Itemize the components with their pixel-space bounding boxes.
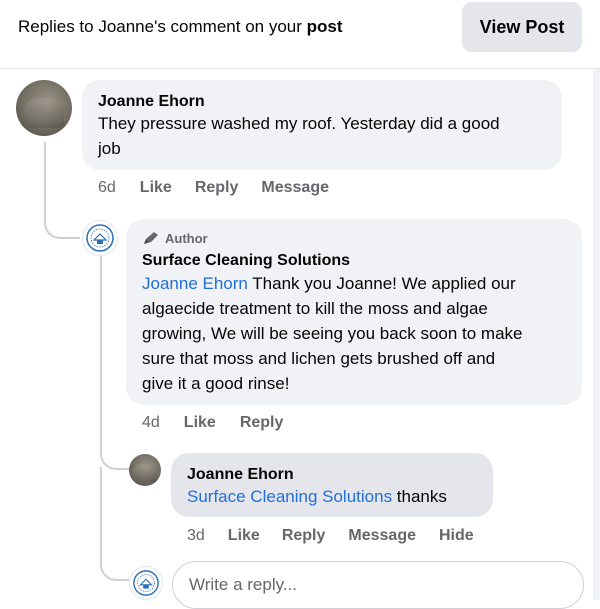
reply-button[interactable]: Reply — [240, 414, 284, 432]
company-logo-icon — [133, 570, 159, 596]
avatar-surface-cleaning[interactable] — [82, 220, 118, 256]
comment-text: thanks — [392, 487, 447, 506]
header-divider — [0, 68, 600, 69]
comment-actions-2: 4d Like Reply — [142, 413, 283, 433]
title-bold: post — [306, 17, 343, 36]
comment-author[interactable]: Joanne Ehorn — [187, 465, 294, 485]
reply-input[interactable] — [172, 561, 584, 609]
comment-author[interactable]: Surface Cleaning Solutions — [142, 251, 350, 271]
comment-text-line1: Surface Cleaning Solutions thanks — [187, 484, 447, 509]
comment-text-line1: They pressure washed my roof. Yesterday … — [98, 114, 500, 133]
author-badge: Author — [142, 230, 208, 246]
timestamp[interactable]: 4d — [142, 414, 160, 432]
timestamp[interactable]: 3d — [187, 527, 205, 545]
comment-text-line5: give it a good rinse! — [142, 374, 290, 393]
comment-text-line2: job — [98, 139, 121, 158]
message-button[interactable]: Message — [261, 179, 329, 197]
timestamp[interactable]: 6d — [98, 179, 116, 197]
avatar-joanne[interactable] — [16, 80, 72, 136]
thread-line-main — [44, 142, 80, 239]
comment-actions-3: 3d Like Reply Message Hide — [187, 526, 474, 546]
comment-bubble-1: Joanne Ehorn They pressure washed my roo… — [82, 80, 562, 170]
author-badge-label: Author — [165, 230, 208, 246]
reply-button[interactable]: Reply — [195, 179, 239, 197]
comment-bubble-2: Author Surface Cleaning Solutions Joanne… — [126, 219, 582, 405]
avatar-joanne-small[interactable] — [129, 454, 161, 486]
thread-line-composer — [100, 467, 130, 581]
comment-bubble-3: Joanne Ehorn Surface Cleaning Solutions … — [171, 453, 493, 517]
pen-icon — [144, 232, 158, 244]
comment-text-line4: sure that moss and lichen gets brushed o… — [142, 349, 496, 368]
like-button[interactable]: Like — [228, 527, 260, 545]
comment-actions-1: 6d Like Reply Message — [98, 178, 329, 198]
comment-text-line3: growing, We will be seeing you back soon… — [142, 324, 523, 343]
comment-text-line2: algaecide treatment to kill the moss and… — [142, 299, 488, 318]
comment-text: Thank you Joanne! We applied our — [252, 274, 516, 293]
hide-button[interactable]: Hide — [439, 527, 474, 545]
comment-author[interactable]: Joanne Ehorn — [98, 92, 205, 112]
message-button[interactable]: Message — [348, 527, 416, 545]
view-post-button[interactable]: View Post — [462, 2, 582, 52]
company-logo-icon — [86, 224, 114, 252]
like-button[interactable]: Like — [140, 179, 172, 197]
page-title: Replies to Joanne's comment on your post — [18, 16, 343, 38]
mention-link[interactable]: Joanne Ehorn — [142, 274, 248, 293]
like-button[interactable]: Like — [184, 414, 216, 432]
mention-link[interactable]: Surface Cleaning Solutions — [187, 487, 392, 506]
title-prefix: Replies to Joanne's comment on your — [18, 17, 307, 36]
reply-button[interactable]: Reply — [282, 527, 326, 545]
scrollbar-track[interactable] — [593, 69, 600, 600]
comment-text-line1: Joanne Ehorn Thank you Joanne! We applie… — [142, 271, 516, 296]
composer-avatar — [129, 566, 163, 600]
